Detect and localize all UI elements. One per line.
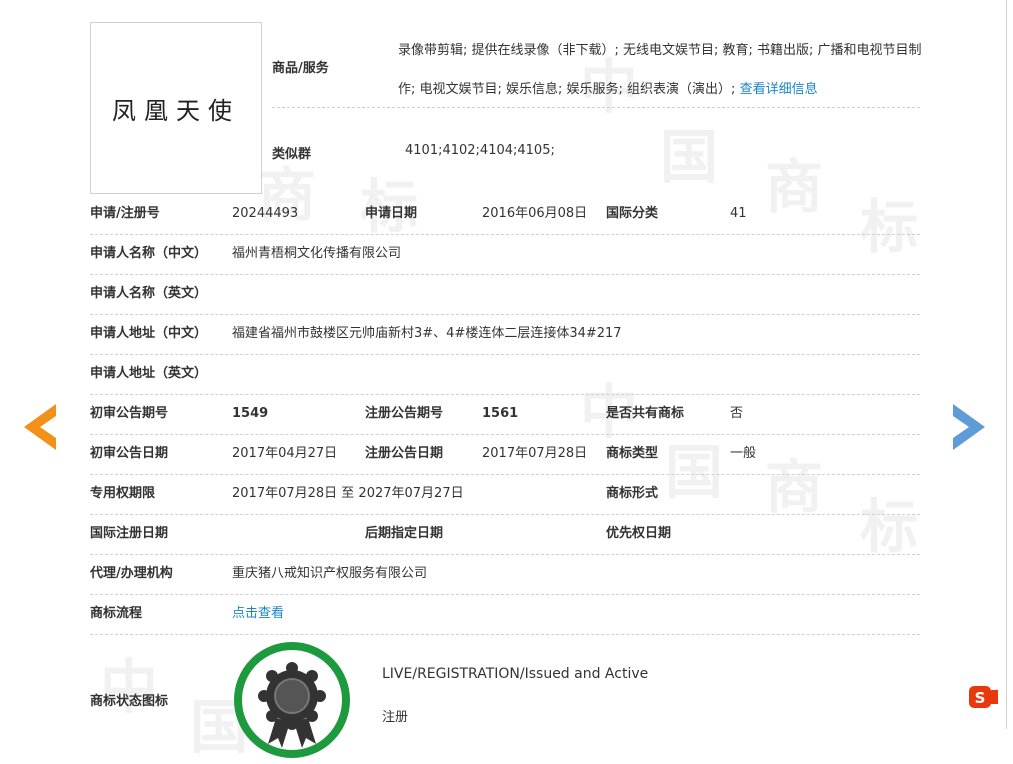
info-row: 申请人名称（英文）	[90, 274, 920, 315]
ribbon-seal-icon	[234, 642, 350, 758]
address-en-label: 申请人地址（英文）	[90, 366, 208, 381]
reg-no-value: 20244493	[232, 206, 299, 221]
address-cn-label: 申请人地址（中文）	[90, 326, 208, 341]
reg-pub-no-label: 注册公告期号	[365, 406, 444, 421]
tm-type-label: 商标类型	[606, 446, 659, 461]
reg-pub-date-value: 2017年07月28日	[482, 446, 588, 461]
info-row: 申请人地址（中文） 福建省福州市鼓楼区元帅庙新村3#、4#楼连体二层连接体34#…	[90, 314, 920, 355]
exclusive-period-label: 专用权期限	[90, 486, 156, 501]
app-date-label: 申请日期	[365, 206, 418, 221]
info-row: 专用权期限 2017年07月28日 至 2027年07月27日 商标形式	[90, 474, 920, 515]
priority-date-label: 优先权日期	[606, 526, 672, 541]
info-row: 申请人名称（中文） 福州青梧桐文化传播有限公司	[90, 234, 920, 275]
later-designation-date-label: 后期指定日期	[365, 526, 444, 541]
intl-class-label: 国际分类	[606, 206, 659, 221]
shared-tm-value: 否	[730, 406, 744, 421]
arrow-left-icon[interactable]	[24, 404, 56, 450]
status-text-cn: 注册	[382, 710, 409, 725]
info-row: 国际注册日期 后期指定日期 优先权日期	[90, 514, 920, 555]
similar-group-value: 4101;4102;4104;4105;	[405, 143, 555, 158]
info-row: 申请人地址（英文）	[90, 354, 920, 395]
info-row: 代理/办理机构 重庆猪八戒知识产权服务有限公司	[90, 554, 920, 595]
exclusive-period-value: 2017年07月28日 至 2027年07月27日	[232, 486, 464, 501]
intl-class-value: 41	[730, 206, 747, 221]
address-cn-value: 福建省福州市鼓楼区元帅庙新村3#、4#楼连体二层连接体34#217	[232, 326, 622, 341]
applicant-en-label: 申请人名称（英文）	[90, 286, 208, 301]
applicant-cn-label: 申请人名称（中文）	[90, 246, 208, 261]
app-date-value: 2016年06月08日	[482, 206, 588, 221]
trademark-image: 凤凰天使	[90, 22, 262, 194]
agent-value: 重庆猪八戒知识产权服务有限公司	[232, 566, 428, 581]
status-icon-label: 商标状态图标	[90, 694, 169, 709]
info-row: 初审公告期号 1549 注册公告期号 1561 是否共有商标 否	[90, 394, 920, 435]
reg-pub-date-label: 注册公告日期	[365, 446, 444, 461]
arrow-right-icon[interactable]	[953, 404, 985, 450]
info-row: 初审公告日期 2017年04月27日 注册公告日期 2017年07月28日 商标…	[90, 434, 920, 475]
info-row: 商标流程 点击查看	[90, 594, 920, 635]
applicant-cn-value: 福州青梧桐文化传播有限公司	[232, 246, 402, 261]
prelim-pub-no-value: 1549	[232, 406, 269, 421]
tm-process-label: 商标流程	[90, 606, 143, 621]
status-text-en: LIVE/REGISTRATION/Issued and Active	[382, 666, 649, 682]
intl-reg-date-label: 国际注册日期	[90, 526, 169, 541]
sogou-ime-icon[interactable]: S	[968, 684, 998, 710]
info-row: 申请/注册号 20244493 申请日期 2016年06月08日 国际分类 41	[90, 194, 920, 235]
shared-tm-label: 是否共有商标	[606, 406, 685, 421]
goods-services-value: 录像带剪辑; 提供在线录像（非下载）; 无线电文娱节目; 教育; 书籍出版; 广…	[398, 31, 928, 109]
view-process-link[interactable]: 点击查看	[232, 594, 284, 634]
trademark-logo-text: 凤凰天使	[112, 96, 240, 125]
tm-type-value: 一般	[730, 446, 757, 461]
svg-text:S: S	[975, 689, 986, 707]
prelim-pub-date-label: 初审公告日期	[90, 446, 169, 461]
prelim-pub-no-label: 初审公告期号	[90, 406, 169, 421]
divider	[272, 107, 920, 108]
tm-form-label: 商标形式	[606, 486, 659, 501]
reg-no-label: 申请/注册号	[90, 206, 160, 221]
agent-label: 代理/办理机构	[90, 566, 173, 581]
reg-pub-no-value: 1561	[482, 406, 519, 421]
goods-services-label: 商品/服务	[272, 61, 329, 76]
view-details-link[interactable]: 查看详细信息	[740, 82, 818, 97]
prelim-pub-date-value: 2017年04月27日	[232, 446, 338, 461]
goods-services-text: 录像带剪辑; 提供在线录像（非下载）; 无线电文娱节目; 教育; 书籍出版; 广…	[398, 43, 922, 97]
similar-group-label: 类似群	[272, 147, 312, 162]
